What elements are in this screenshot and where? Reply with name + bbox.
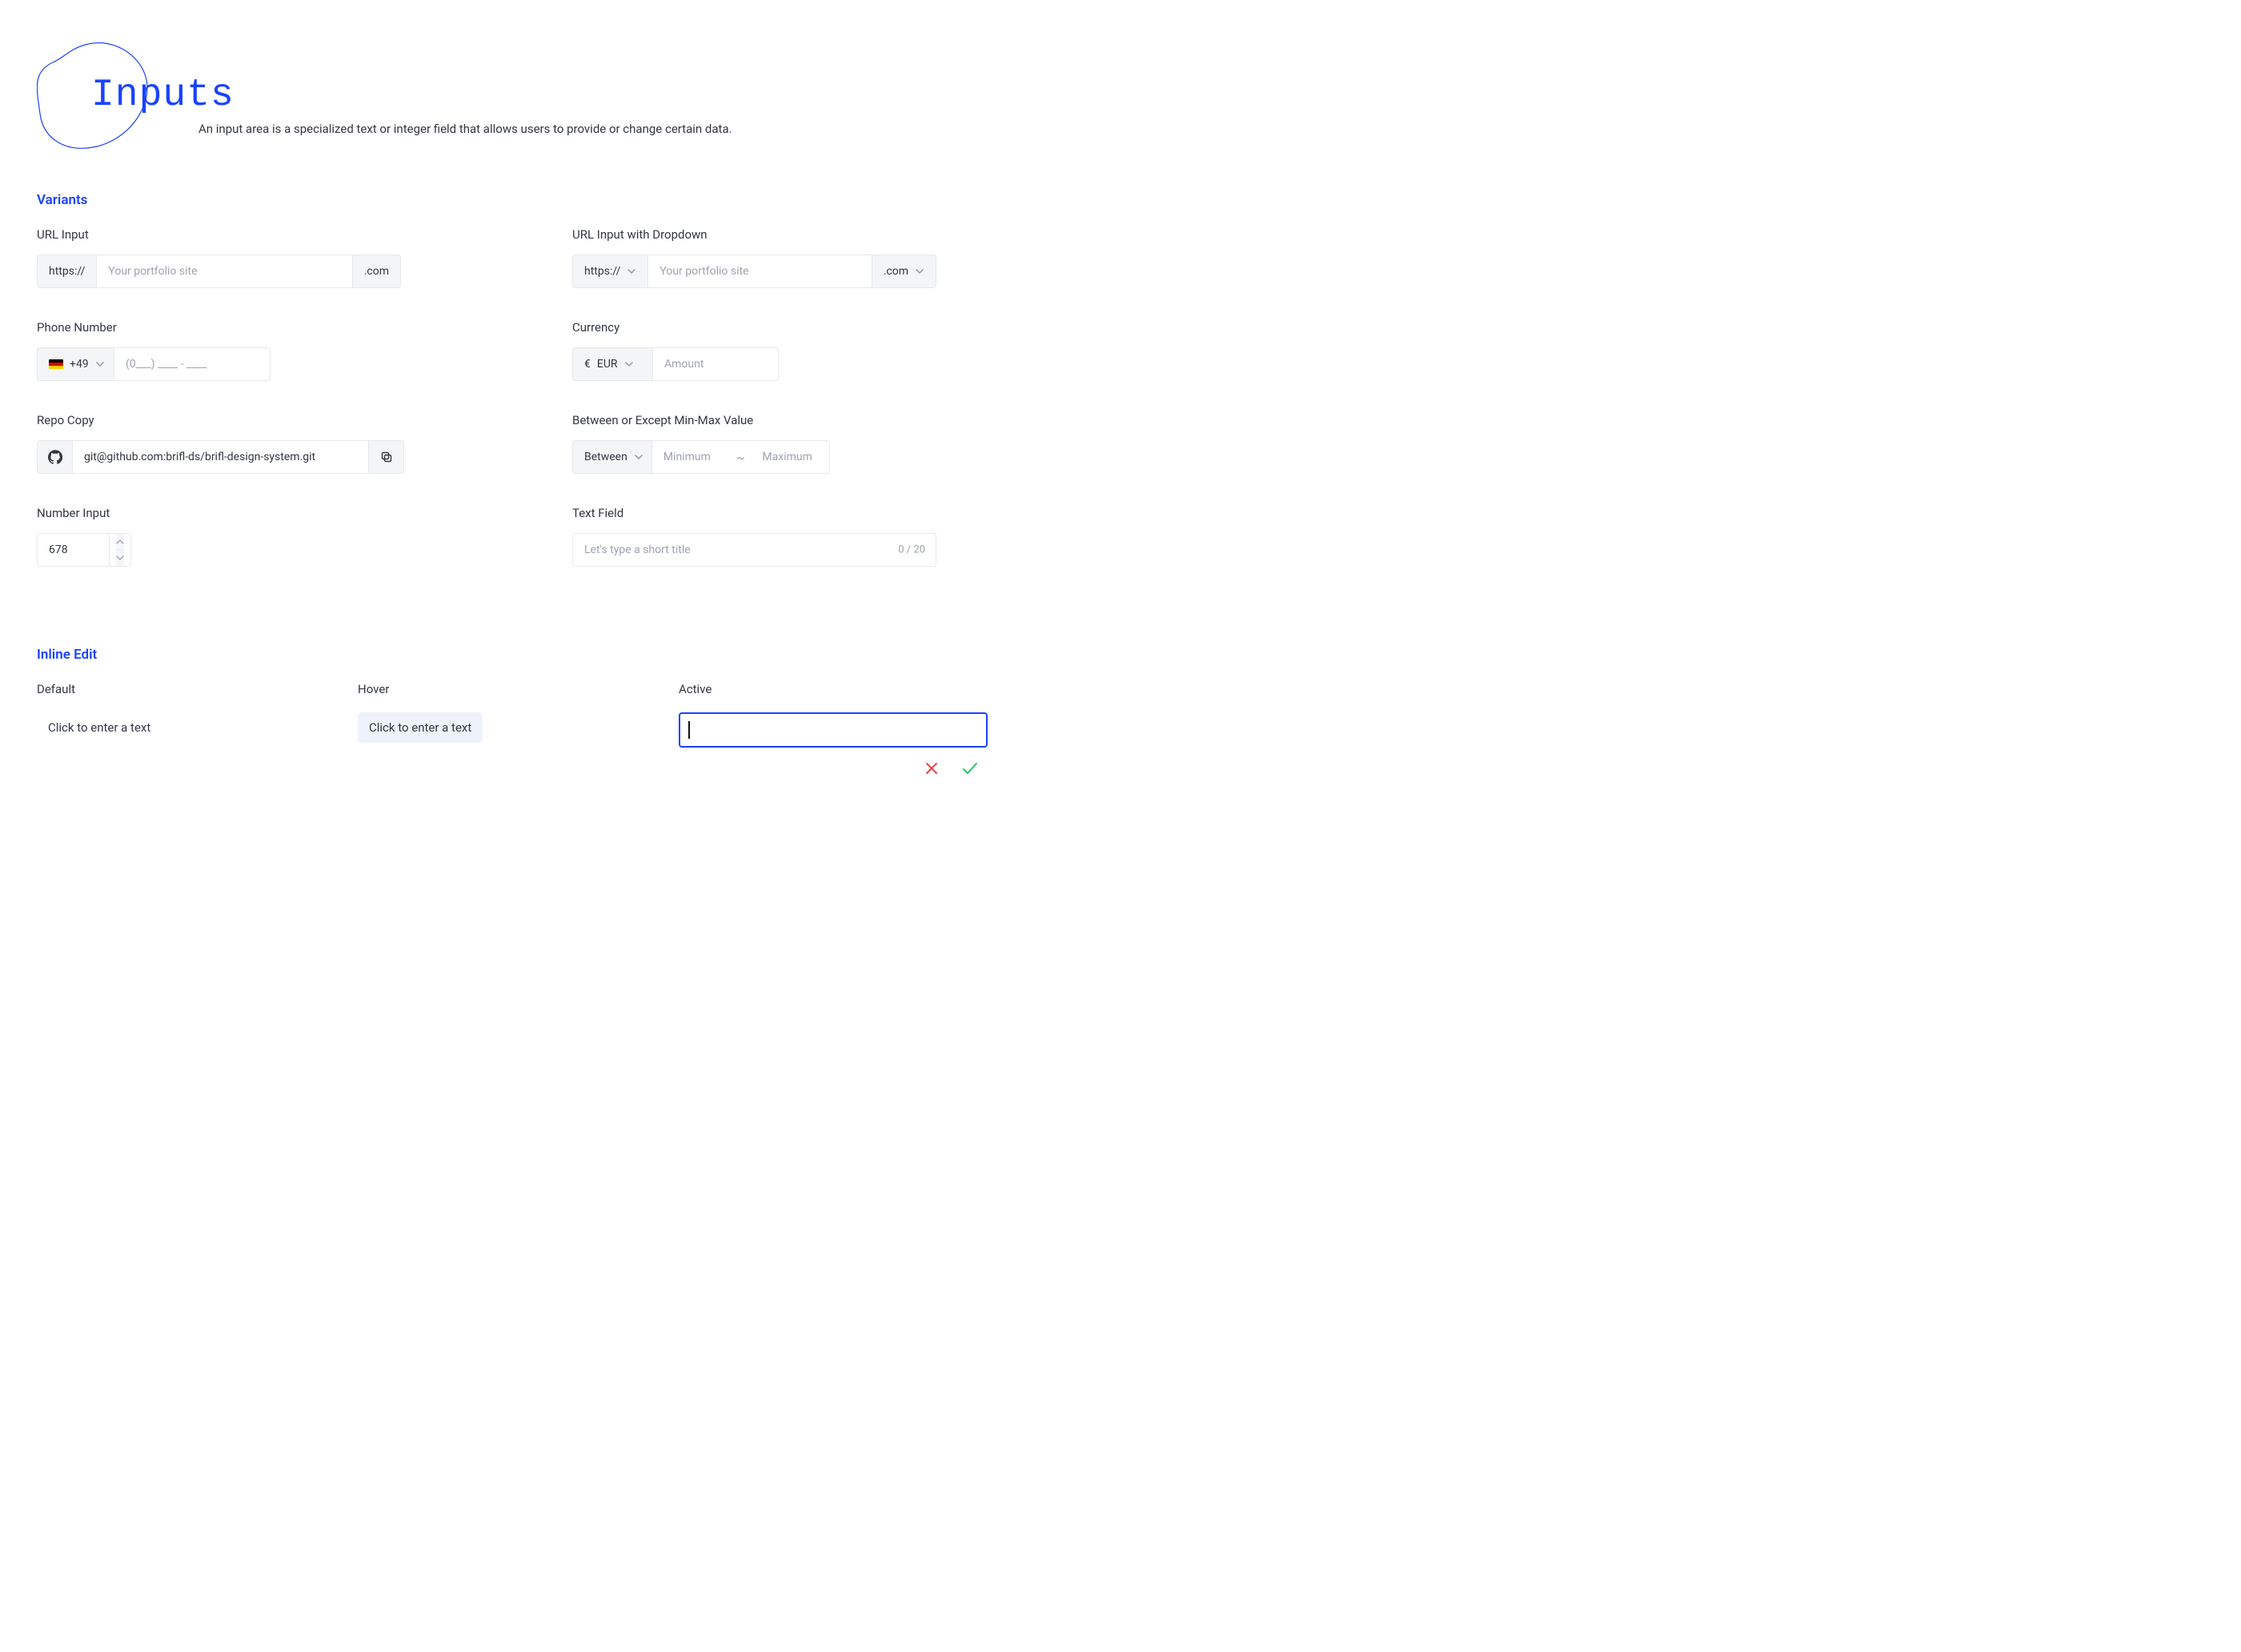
field-repo-copy: Repo Copy git@github.com:brifl-ds/brifl-… <box>37 413 452 474</box>
url-dd-input[interactable]: Your portfolio site <box>647 255 872 288</box>
field-number-input: Number Input 678 <box>37 506 452 567</box>
variants-grid: URL Input https:// Your portfolio site .… <box>37 227 988 567</box>
chevron-down-icon <box>634 452 643 462</box>
inline-edit-actions <box>922 759 988 778</box>
inline-edit-grid: Default Click to enter a text Hover Clic… <box>37 682 988 778</box>
url-dd-prefix-text: https:// <box>584 265 620 278</box>
text-input-group: Let's type a short title 0 / 20 <box>572 533 936 567</box>
inline-label-hover: Hover <box>358 682 663 696</box>
inline-col-hover: Hover Click to enter a text <box>358 682 663 778</box>
currency-code: EUR <box>597 358 618 371</box>
url-dd-suffix-dropdown[interactable]: .com <box>872 255 936 288</box>
page-title: Inputs <box>37 40 988 117</box>
text-char-counter: 0 / 20 <box>898 544 925 556</box>
field-currency: Currency € EUR Amount <box>572 320 988 381</box>
between-input-group: Between Minimum ~ Maximum <box>572 440 830 474</box>
between-min-input[interactable]: Minimum <box>651 440 731 474</box>
url-dd-suffix-text: .com <box>884 265 908 278</box>
flag-germany-icon <box>49 359 63 369</box>
decorative-blob <box>37 40 157 152</box>
field-between-except: Between or Except Min-Max Value Between … <box>572 413 988 474</box>
url-input[interactable]: Your portfolio site <box>96 255 352 288</box>
section-title-variants: Variants <box>37 192 988 208</box>
inline-col-active: Active <box>679 682 988 778</box>
currency-dropdown[interactable]: € EUR <box>572 347 652 381</box>
text-caret <box>688 721 690 739</box>
repo-input-group: git@github.com:brifl-ds/brifl-design-sys… <box>37 440 404 474</box>
inline-label-active: Active <box>679 682 988 696</box>
page-header: Inputs An input area is a specialized te… <box>37 40 988 136</box>
currency-symbol: € <box>584 358 591 371</box>
number-step-down-button[interactable] <box>116 551 124 567</box>
field-text: Text Field Let's type a short title 0 / … <box>572 506 988 567</box>
inline-edit-active-input[interactable] <box>679 712 988 748</box>
label-phone-number: Phone Number <box>37 320 452 335</box>
label-currency: Currency <box>572 320 988 335</box>
chevron-down-icon <box>116 555 124 560</box>
close-icon <box>924 760 940 776</box>
inline-edit-default[interactable]: Click to enter a text <box>37 712 342 743</box>
url-input-group: https:// Your portfolio site .com <box>37 255 401 288</box>
check-icon <box>961 760 979 776</box>
inline-col-default: Default Click to enter a text <box>37 682 342 778</box>
label-url-input: URL Input <box>37 227 452 242</box>
phone-country-dropdown[interactable]: +49 <box>37 347 114 381</box>
field-url-input-dropdown: URL Input with Dropdown https:// Your po… <box>572 227 988 288</box>
copy-button[interactable] <box>369 440 404 474</box>
page-subtitle: An input area is a specialized text or i… <box>198 122 988 136</box>
label-number-input: Number Input <box>37 506 452 520</box>
chevron-down-icon <box>627 267 636 276</box>
url-suffix-addon: .com <box>353 255 401 288</box>
label-text-field: Text Field <box>572 506 988 520</box>
chevron-down-icon <box>95 359 105 369</box>
between-max-input[interactable]: Maximum <box>751 440 830 474</box>
between-mode-text: Between <box>584 451 627 463</box>
url-dd-prefix-dropdown[interactable]: https:// <box>572 255 647 288</box>
repo-provider-addon <box>37 440 72 474</box>
number-input-group: 678 <box>37 533 131 567</box>
chevron-down-icon <box>915 267 924 276</box>
copy-icon <box>380 451 393 463</box>
currency-amount-input[interactable]: Amount <box>652 347 779 381</box>
label-between-except: Between or Except Min-Max Value <box>572 413 988 427</box>
between-mode-dropdown[interactable]: Between <box>572 440 651 474</box>
number-step-up-button[interactable] <box>116 534 124 551</box>
phone-input-group: +49 (0___) ____ - ____ <box>37 347 271 381</box>
field-phone-number: Phone Number +49 (0___) ____ - ____ <box>37 320 452 381</box>
repo-url-input[interactable]: git@github.com:brifl-ds/brifl-design-sys… <box>72 440 369 474</box>
number-input[interactable]: 678 <box>37 533 109 567</box>
url-dd-input-group: https:// Your portfolio site .com <box>572 255 936 288</box>
label-url-input-dropdown: URL Input with Dropdown <box>572 227 988 242</box>
section-title-inline-edit: Inline Edit <box>37 647 988 663</box>
inline-confirm-button[interactable] <box>960 759 980 778</box>
inline-cancel-button[interactable] <box>922 759 941 778</box>
currency-input-group: € EUR Amount <box>572 347 779 381</box>
field-url-input: URL Input https:// Your portfolio site .… <box>37 227 452 288</box>
phone-country-code: +49 <box>70 358 89 371</box>
number-stepper <box>109 533 131 567</box>
phone-input[interactable]: (0___) ____ - ____ <box>114 347 271 381</box>
text-input[interactable]: Let's type a short title <box>572 533 936 567</box>
inline-edit-hover[interactable]: Click to enter a text <box>358 712 483 743</box>
github-icon <box>48 450 62 464</box>
url-prefix-addon: https:// <box>37 255 96 288</box>
chevron-up-icon <box>116 539 124 544</box>
chevron-down-icon <box>624 359 634 369</box>
inline-label-default: Default <box>37 682 342 696</box>
label-repo-copy: Repo Copy <box>37 413 452 427</box>
between-separator: ~ <box>730 440 751 474</box>
